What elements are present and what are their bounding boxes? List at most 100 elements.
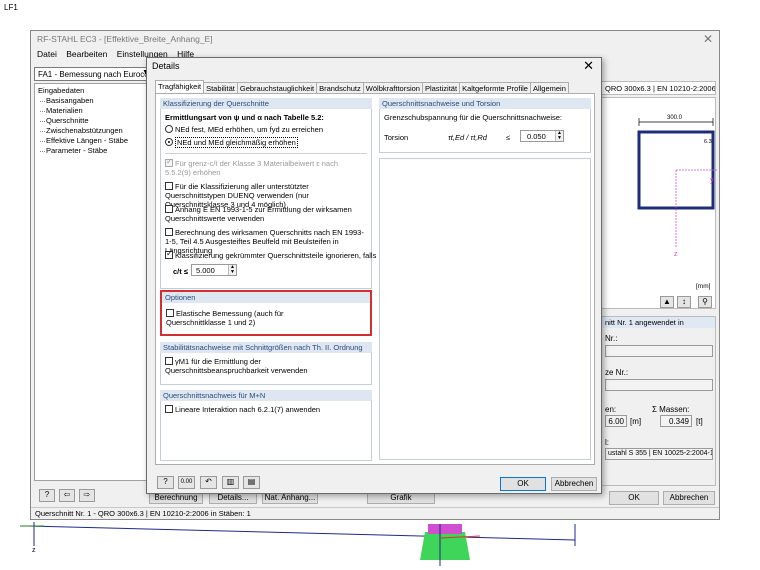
checkbox-indicator[interactable] <box>166 309 174 317</box>
model-view: z <box>20 522 576 566</box>
checkbox-indicator[interactable] <box>165 205 173 213</box>
group-body: γM1 für die Ermittlung der Querschnittsb… <box>160 353 372 385</box>
checkbox-indicator[interactable] <box>165 228 173 236</box>
nav-item[interactable]: Materialien <box>38 106 148 116</box>
radio-ned-uniform[interactable]: NEd und MEd gleichmäßig erhöhen <box>165 137 298 148</box>
save-icon[interactable]: ▥ <box>222 476 239 489</box>
nav-item[interactable]: Effektive Längen - Stäbe <box>38 136 148 146</box>
close-icon[interactable]: ✕ <box>703 32 713 46</box>
checkbox-indicator[interactable] <box>165 357 173 365</box>
torsion-value: 0.050 <box>527 132 546 141</box>
mass-value: 0.349 <box>660 415 692 427</box>
section-drawing: 300.0 6.3 y z [mm] <box>637 115 717 290</box>
group-body: Grenzschubspannung für die Querschnittsn… <box>379 109 591 153</box>
shear-torsion-group: Querschnittsnachweise und Torsion Grenzs… <box>379 98 591 153</box>
member-no-field[interactable] <box>605 345 713 357</box>
mn-group: Querschnittsnachweis für M+N Lineare Int… <box>160 390 372 461</box>
checkbox-label: Elastische Bemessung (auch für Querschni… <box>166 309 284 327</box>
group-header: Klassifizierung der Querschnitte <box>160 98 372 109</box>
axis-button[interactable]: ↕ <box>677 296 691 308</box>
units-icon[interactable]: 0.00 <box>178 476 195 489</box>
dialog-cancel-button[interactable]: Abbrechen <box>551 477 597 491</box>
nav-item[interactable]: Parameter - Stäbe <box>38 146 148 156</box>
spin-arrows-icon[interactable]: ▲ ▼ <box>555 131 563 141</box>
dimension-width: 300.0 <box>667 115 683 121</box>
checkbox-indicator <box>165 157 173 167</box>
label-material: l: <box>605 438 609 447</box>
nav-item[interactable]: Zwischenabstützungen <box>38 126 148 136</box>
export-icon[interactable]: ⇨ <box>79 489 95 502</box>
label-mass: Σ Massen: <box>652 405 690 414</box>
unit-label: [mm] <box>696 283 711 290</box>
nav-item[interactable]: Basisangaben <box>38 96 148 106</box>
method-label: Ermittlungsart von ψ und α nach Tabelle … <box>165 113 324 122</box>
checkbox-label: γM1 für die Ermittlung der Querschnittsb… <box>165 357 308 375</box>
length-value: 6.00 <box>605 415 627 427</box>
tab-tragfaehigkeit[interactable]: Tragfähigkeit <box>155 80 205 94</box>
option-curved-parts[interactable]: Klassifizierung gekrümmter Querschnittst… <box>165 249 376 260</box>
torsion-label: Torsion <box>384 133 409 142</box>
divider <box>165 153 367 154</box>
torsion-le: ≤ <box>506 133 511 142</box>
nav-item[interactable]: Querschnitte <box>38 116 148 126</box>
radio-label: NEd fest, MEd erhöhen, um fyd zu erreich… <box>175 125 323 134</box>
ct-input[interactable]: 5.000 ▲ ▼ <box>191 264 237 276</box>
checkbox-indicator[interactable] <box>165 405 173 413</box>
axis-z-label: z <box>674 251 678 258</box>
group-body: Ermittlungsart von ψ und α nach Tabelle … <box>160 109 376 289</box>
radio-ned-fixed[interactable]: NEd fest, MEd erhöhen, um fyd zu erreich… <box>165 125 323 134</box>
applied-in-panel: nitt Nr. 1 angewendet in Nr.: ze Nr.: en… <box>601 316 716 486</box>
option-gamma-m1[interactable]: γM1 für die Ermittlung der Querschnittsb… <box>165 357 345 375</box>
options-group: Optionen Elastische Bemessung (auch für … <box>160 290 372 336</box>
help-icon[interactable]: ? <box>157 476 174 489</box>
set-no-field[interactable] <box>605 379 713 391</box>
dialog-ok-button[interactable]: OK <box>500 477 546 491</box>
label-length: en: <box>605 405 617 414</box>
group-header: Querschnittsnachweise und Torsion <box>379 98 591 109</box>
group-header: Optionen <box>162 292 370 303</box>
torsion-input[interactable]: 0.050 ▲ ▼ <box>520 130 564 142</box>
radio-indicator[interactable] <box>165 138 173 146</box>
zoom-icon[interactable]: ⚲ <box>698 296 712 308</box>
radio-indicator[interactable] <box>165 125 173 133</box>
main-cancel-button[interactable]: Abbrechen <box>663 491 715 505</box>
nav-root[interactable]: Eingabedaten <box>38 86 148 96</box>
ct-value: 5.000 <box>196 266 215 275</box>
help-icon[interactable]: ? <box>39 489 55 502</box>
right-empty-panel <box>379 158 591 460</box>
checkbox-label: Anhang E EN 1993-1-5 zur Ermittlung der … <box>165 205 352 223</box>
menu-bearbeiten[interactable]: Bearbeiten <box>66 49 107 59</box>
tab-content: Klassifizierung der Querschnitte Ermittl… <box>155 93 595 465</box>
section-header: QRO 300x6.3 | EN 10210-2:2006 <box>601 81 716 95</box>
corner-label: LF1 <box>4 3 18 12</box>
main-ok-button[interactable]: OK <box>609 491 659 505</box>
checkbox-indicator[interactable] <box>165 182 173 190</box>
label-nr: Nr.: <box>605 334 618 343</box>
checkbox-indicator[interactable] <box>165 249 173 259</box>
view-button[interactable]: ▲ <box>660 296 674 308</box>
spin-arrows-icon[interactable]: ▲ ▼ <box>228 265 236 275</box>
label-set-nr: ze Nr.: <box>605 368 629 377</box>
checkbox-label: Für grenz-c/t der Klasse 3 Materialbeiwe… <box>165 159 338 177</box>
shear-limit-label: Grenzschubspannung für die Querschnittsn… <box>384 113 563 122</box>
option-linear-interaction[interactable]: Lineare Interaktion nach 6.2.1(7) anwend… <box>165 405 320 414</box>
load-icon[interactable]: ▤ <box>243 476 260 489</box>
option-anhang-e[interactable]: Anhang E EN 1993-1-5 zur Ermittlung der … <box>165 205 369 223</box>
checkbox-label: Lineare Interaktion nach 6.2.1(7) anwend… <box>175 405 321 414</box>
torsion-formula: τt,Ed / τt,Rd <box>448 133 487 142</box>
unit-m: [m] <box>630 417 642 426</box>
navigator-tree: Eingabedaten Basisangaben Materialien Qu… <box>34 83 152 481</box>
import-icon[interactable]: ⇦ <box>59 489 75 502</box>
undo-icon[interactable]: ↶ <box>200 476 217 489</box>
radio-label: NEd und MEd gleichmäßig erhöhen <box>175 137 298 148</box>
panel-title: nitt Nr. 1 angewendet in <box>602 317 715 328</box>
group-header: Stabilitätsnachweise mit Schnittgrößen n… <box>160 342 372 353</box>
option-elastic-design[interactable]: Elastische Bemessung (auch für Querschni… <box>166 309 336 327</box>
design-case-value: FA1 - Bemessung nach Eurocod <box>38 70 152 79</box>
group-header: Querschnittsnachweis für M+N <box>160 390 372 401</box>
stability-group: Stabilitätsnachweise mit Schnittgrößen n… <box>160 342 372 385</box>
design-case-select[interactable]: FA1 - Bemessung nach Eurocod ▼ <box>34 67 152 81</box>
menu-datei[interactable]: Datei <box>37 49 57 59</box>
close-icon[interactable]: ✕ <box>583 58 594 74</box>
window-title: RF-STAHL EC3 - [Effektive_Breite_Anhang_… <box>37 34 213 44</box>
